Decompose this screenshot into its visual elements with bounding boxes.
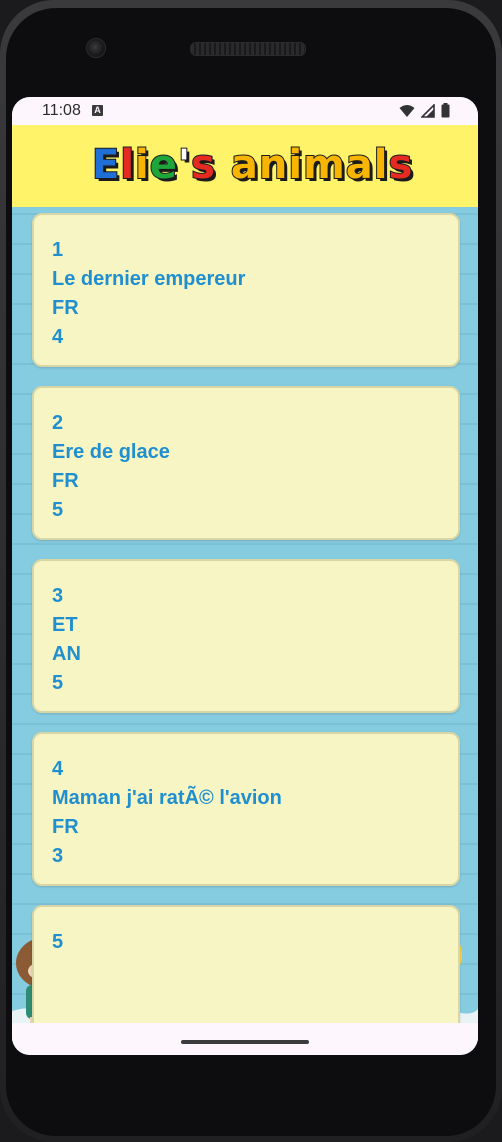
screen: 11:08 A Elie's animals 1 Le dernier empe… <box>12 97 478 1055</box>
title-letter <box>216 139 231 191</box>
movie-id: 2 <box>52 412 64 434</box>
app-header: Elie's animals <box>12 125 478 207</box>
movie-rating: 4 <box>52 326 64 348</box>
movie-language: AN <box>52 643 81 665</box>
title-letter: e <box>149 141 178 189</box>
movie-language: FR <box>52 470 79 492</box>
app-title-logo: Elie's animals <box>91 139 414 191</box>
title-letter: i <box>287 141 304 189</box>
wifi-icon <box>399 104 415 117</box>
movie-card[interactable]: 1 Le dernier empereur FR 4 <box>32 213 460 367</box>
movie-list[interactable]: 1 Le dernier empereur FR 4 2 Ere de glac… <box>12 207 478 1043</box>
title-letter: E <box>91 141 121 189</box>
title-letter: m <box>302 141 346 189</box>
title-letter: i <box>134 141 150 189</box>
title-letter: l <box>119 141 136 189</box>
movie-card[interactable]: 3 ET AN 5 <box>32 559 460 713</box>
title-letter: a <box>230 141 259 189</box>
title-letter: s <box>190 141 216 189</box>
movie-language: FR <box>52 816 79 838</box>
movie-rating: 5 <box>52 499 64 521</box>
movie-title: Le dernier empereur <box>52 268 246 290</box>
earpiece-speaker <box>190 42 306 56</box>
phone-frame: 11:08 A Elie's animals 1 Le dernier empe… <box>0 0 502 1142</box>
signal-icon <box>421 103 435 118</box>
battery-icon <box>441 103 450 118</box>
status-icons <box>399 103 450 118</box>
status-time: 11:08 <box>42 102 81 119</box>
navigation-bar <box>12 1023 478 1055</box>
status-bar: 11:08 A <box>12 97 478 125</box>
title-letter: ' <box>177 141 192 189</box>
movie-title: Ere de glace <box>52 441 170 463</box>
movie-id: 4 <box>52 758 64 780</box>
movie-card[interactable]: 4 Maman j'ai ratÃ© l'avion FR 3 <box>32 732 460 886</box>
title-letter: s <box>388 141 414 189</box>
home-gesture-handle[interactable] <box>181 1040 309 1044</box>
movie-id: 1 <box>52 239 64 261</box>
movie-rating: 5 <box>52 672 64 694</box>
movie-title: Maman j'ai ratÃ© l'avion <box>52 787 282 809</box>
movie-id: 5 <box>52 931 64 953</box>
movie-id: 3 <box>52 585 64 607</box>
movie-rating: 3 <box>52 845 64 867</box>
front-camera <box>86 38 106 58</box>
movie-card[interactable]: 2 Ere de glace FR 5 <box>32 386 460 540</box>
title-letter: n <box>258 141 289 189</box>
title-letter: l <box>373 141 389 189</box>
movie-language: FR <box>52 297 79 319</box>
title-letter: a <box>345 141 374 189</box>
notification-a-icon: A <box>92 105 103 116</box>
movie-title: ET <box>52 614 78 636</box>
